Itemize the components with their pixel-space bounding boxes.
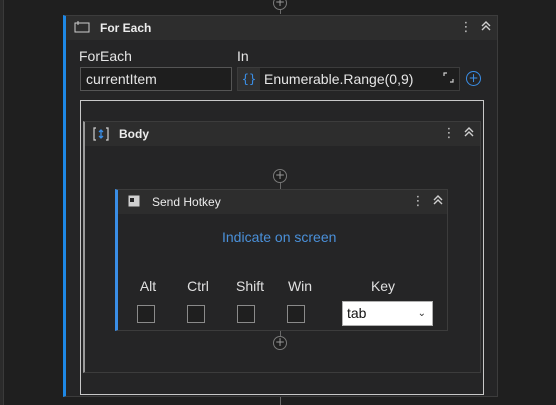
send-hotkey-collapse-icon[interactable] bbox=[431, 194, 445, 210]
send-hotkey-header[interactable]: Send Hotkey ⋮ bbox=[118, 190, 447, 214]
foreach-activity[interactable]: For Each ⋮ ForEach In currentItem {} Enu… bbox=[63, 15, 498, 397]
key-select-value: tab bbox=[347, 305, 367, 321]
chevron-down-icon: ⌄ bbox=[417, 308, 426, 319]
ctrl-checkbox[interactable] bbox=[187, 305, 205, 323]
body-collapse-icon[interactable] bbox=[462, 126, 476, 142]
foreach-title: For Each bbox=[100, 21, 152, 35]
add-activity-before-hotkey-icon[interactable]: + bbox=[273, 169, 287, 183]
in-expression-text: Enumerable.Range(0,9) bbox=[264, 71, 414, 87]
send-hotkey-icon bbox=[126, 195, 142, 209]
body-kebab-menu-icon[interactable]: ⋮ bbox=[442, 126, 456, 142]
current-item-input[interactable]: currentItem bbox=[80, 67, 232, 91]
in-expression-field[interactable]: {} Enumerable.Range(0,9) bbox=[237, 67, 460, 91]
body-activity[interactable]: Body ⋮ + Send Hotkey ⋮ Indicate on scree… bbox=[83, 121, 481, 373]
add-activity-top-icon[interactable]: + bbox=[273, 0, 287, 10]
send-hotkey-title: Send Hotkey bbox=[152, 195, 221, 209]
foreach-activity-icon bbox=[74, 21, 90, 35]
add-expression-button[interactable]: + bbox=[466, 71, 481, 86]
key-select[interactable]: tab ⌄ bbox=[342, 301, 433, 326]
body-title: Body bbox=[119, 127, 149, 141]
add-activity-after-hotkey-icon[interactable]: + bbox=[273, 336, 287, 350]
shift-label: Shift bbox=[235, 278, 264, 294]
send-hotkey-kebab-menu-icon[interactable]: ⋮ bbox=[411, 194, 425, 210]
body-sequence-icon bbox=[93, 127, 109, 141]
body-container-outline: Body ⋮ + Send Hotkey ⋮ Indicate on scree… bbox=[80, 100, 484, 395]
win-checkbox[interactable] bbox=[287, 305, 305, 323]
workflow-designer-canvas: + For Each ⋮ ForEach In currentItem {} E… bbox=[0, 0, 556, 405]
alt-label: Alt bbox=[139, 278, 157, 294]
ctrl-label: Ctrl bbox=[187, 278, 209, 294]
expand-editor-icon[interactable] bbox=[443, 72, 454, 86]
indicate-on-screen-link[interactable]: Indicate on screen bbox=[222, 229, 336, 245]
shift-checkbox[interactable] bbox=[237, 305, 255, 323]
foreach-collapse-icon[interactable] bbox=[479, 20, 493, 36]
foreach-header[interactable]: For Each ⋮ bbox=[66, 16, 497, 40]
left-rail bbox=[0, 0, 4, 405]
send-hotkey-activity[interactable]: Send Hotkey ⋮ Indicate on screen Alt Ctr… bbox=[115, 189, 448, 331]
in-label: In bbox=[237, 48, 249, 64]
foreach-kebab-menu-icon[interactable]: ⋮ bbox=[459, 20, 473, 36]
win-label: Win bbox=[287, 278, 313, 294]
expression-type-icon: {} bbox=[238, 68, 260, 90]
body-header[interactable]: Body ⋮ bbox=[85, 122, 480, 146]
key-label: Key bbox=[370, 278, 396, 294]
alt-checkbox[interactable] bbox=[137, 305, 155, 323]
foreach-variable-label: ForEach bbox=[79, 48, 132, 64]
